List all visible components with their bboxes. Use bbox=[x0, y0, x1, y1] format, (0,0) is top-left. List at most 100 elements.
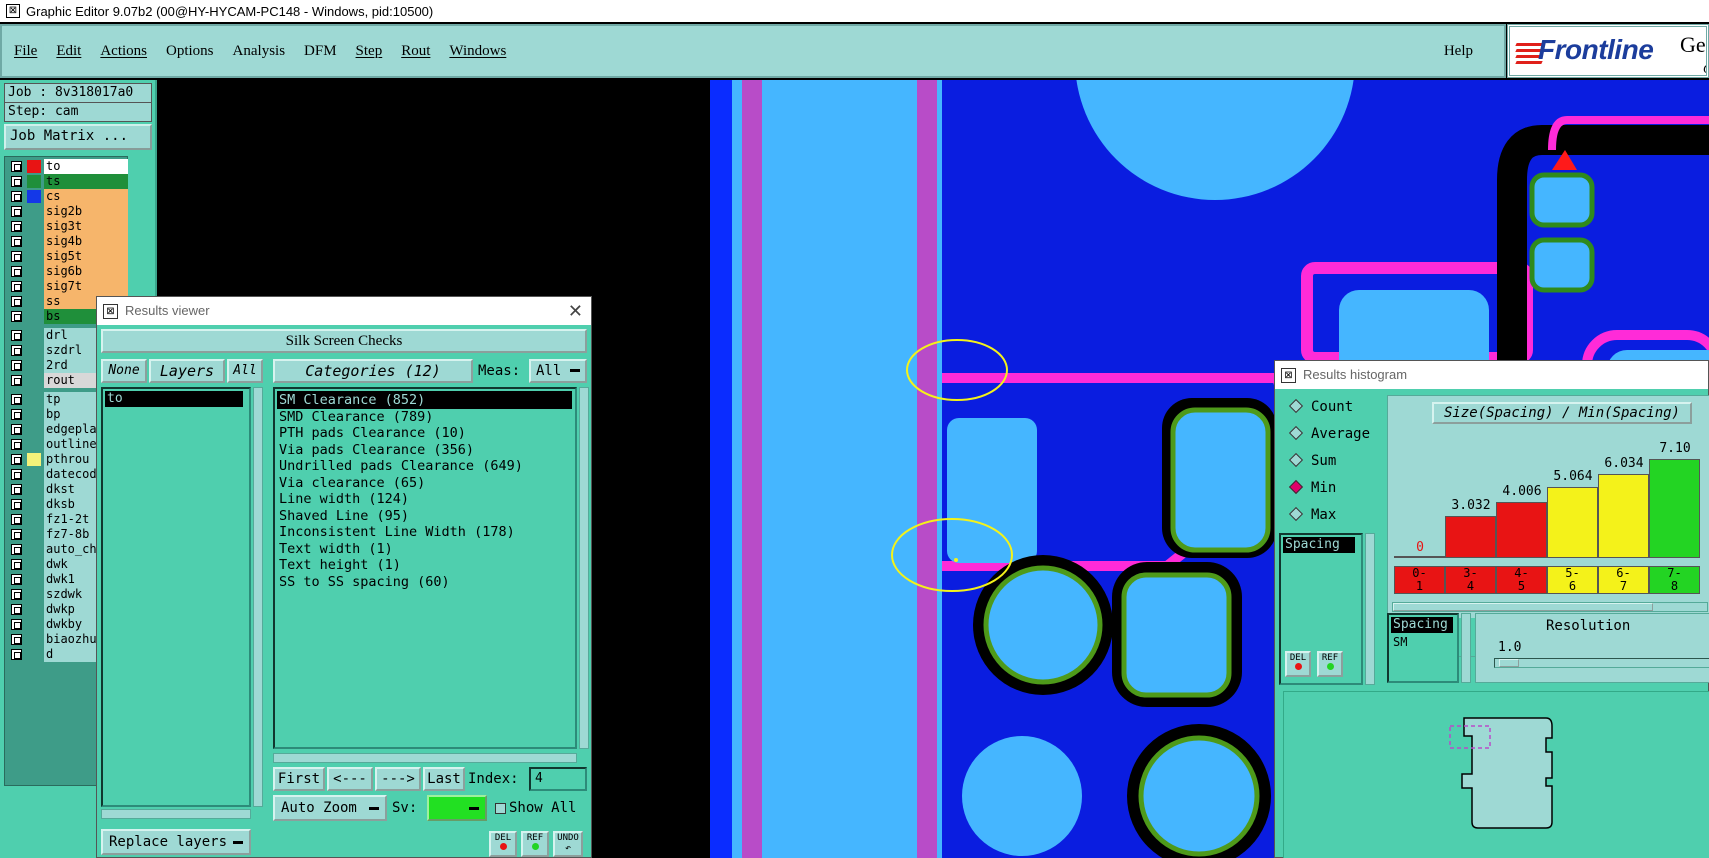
layer-checkbox[interactable] bbox=[11, 559, 22, 570]
category-item[interactable]: Shaved Line (95) bbox=[279, 507, 409, 525]
menu-options[interactable]: Options bbox=[166, 43, 214, 60]
histogram-hscrollbar[interactable] bbox=[1392, 602, 1708, 612]
layer-name[interactable]: to bbox=[44, 159, 128, 174]
layer-row-cs[interactable]: cs bbox=[7, 189, 128, 204]
menu-rout[interactable]: Rout bbox=[401, 43, 430, 60]
layer-checkbox[interactable] bbox=[11, 375, 22, 386]
menu-dfm[interactable]: DFM bbox=[304, 43, 337, 60]
layer-name[interactable]: sig2b bbox=[44, 204, 128, 219]
category-item[interactable]: Via clearance (65) bbox=[279, 474, 425, 492]
histogram-bin[interactable]: 3- 4 bbox=[1445, 566, 1496, 594]
layer-checkbox[interactable] bbox=[11, 604, 22, 615]
histogram-list2-item-sm[interactable]: SM bbox=[1393, 635, 1407, 649]
replace-layers-select[interactable]: Replace layers bbox=[101, 829, 251, 855]
categories-scrollbar[interactable] bbox=[579, 387, 589, 749]
layer-checkbox[interactable] bbox=[11, 311, 22, 322]
histogram-bin[interactable]: 4- 5 bbox=[1496, 566, 1547, 594]
categories-list[interactable]: SM Clearance (852) SMD Clearance (789) PTH… bbox=[273, 387, 577, 749]
prev-button[interactable]: <--- bbox=[327, 767, 373, 791]
resolution-slider-thumb[interactable] bbox=[1499, 659, 1519, 667]
histogram-bin[interactable]: 7- 8 bbox=[1649, 566, 1700, 594]
close-icon[interactable]: ✕ bbox=[568, 297, 583, 325]
all-layers-button[interactable]: All bbox=[227, 359, 263, 383]
histogram-list2-item-spacing[interactable]: Spacing bbox=[1391, 617, 1453, 633]
menu-analysis[interactable]: Analysis bbox=[233, 43, 286, 60]
mode-sum-radio[interactable]: Sum bbox=[1288, 452, 1336, 469]
histogram-ref-button[interactable]: REF bbox=[1317, 651, 1343, 677]
layer-name[interactable]: sig7t bbox=[44, 279, 128, 294]
layer-checkbox[interactable] bbox=[11, 296, 22, 307]
layer-name[interactable]: sig3t bbox=[44, 219, 128, 234]
last-button[interactable]: Last bbox=[423, 767, 465, 791]
layer-row-sig7t[interactable]: sig7t bbox=[7, 279, 128, 294]
categories-hscrollbar[interactable] bbox=[273, 753, 577, 763]
layer-row-sig3t[interactable]: sig3t bbox=[7, 219, 128, 234]
menu-actions[interactable]: Actions bbox=[100, 43, 147, 60]
category-item[interactable]: SS to SS spacing (60) bbox=[279, 573, 450, 591]
histogram-list-item-spacing[interactable]: Spacing bbox=[1283, 537, 1355, 553]
layer-checkbox[interactable] bbox=[11, 191, 22, 202]
histogram-del-button[interactable]: DEL bbox=[1285, 651, 1311, 677]
layer-row-sig4b[interactable]: sig4b bbox=[7, 234, 128, 249]
menu-file[interactable]: File bbox=[14, 43, 37, 60]
layer-checkbox[interactable] bbox=[11, 206, 22, 217]
category-item[interactable]: Inconsistent Line Width (178) bbox=[279, 523, 515, 541]
mode-max-radio[interactable]: Max bbox=[1288, 506, 1336, 523]
layers-button[interactable]: Layers bbox=[149, 359, 225, 383]
layer-checkbox[interactable] bbox=[11, 330, 22, 341]
layer-checkbox[interactable] bbox=[11, 236, 22, 247]
none-button[interactable]: None bbox=[101, 359, 147, 383]
category-item[interactable]: Line width (124) bbox=[279, 490, 409, 508]
layer-checkbox[interactable] bbox=[11, 454, 22, 465]
category-item[interactable]: SM Clearance (852) bbox=[277, 391, 572, 409]
layer-checkbox[interactable] bbox=[11, 469, 22, 480]
layer-checkbox[interactable] bbox=[11, 360, 22, 371]
layer-name[interactable]: sig6b bbox=[44, 264, 128, 279]
menu-windows[interactable]: Windows bbox=[449, 43, 506, 60]
layer-row-sig2b[interactable]: sig2b bbox=[7, 204, 128, 219]
layer-checkbox[interactable] bbox=[11, 499, 22, 510]
layer-checkbox[interactable] bbox=[11, 574, 22, 585]
rv-layer-item-to[interactable]: to bbox=[105, 391, 243, 407]
layer-checkbox[interactable] bbox=[11, 514, 22, 525]
layer-checkbox[interactable] bbox=[11, 266, 22, 277]
category-item[interactable]: PTH pads Clearance (10) bbox=[279, 424, 466, 442]
layer-row-ts[interactable]: ts bbox=[7, 174, 128, 189]
layer-checkbox[interactable] bbox=[11, 634, 22, 645]
layer-checkbox[interactable] bbox=[11, 424, 22, 435]
categories-button[interactable]: Categories (12) bbox=[273, 359, 473, 383]
layer-checkbox[interactable] bbox=[11, 176, 22, 187]
layer-name[interactable]: sig4b bbox=[44, 234, 128, 249]
menu-edit[interactable]: Edit bbox=[56, 43, 81, 60]
show-all-checkbox[interactable] bbox=[495, 803, 506, 814]
menu-help[interactable]: Help bbox=[1444, 43, 1473, 60]
layer-checkbox[interactable] bbox=[11, 345, 22, 356]
category-item[interactable]: Via pads Clearance (356) bbox=[279, 441, 474, 459]
rv-layer-hscrollbar[interactable] bbox=[101, 809, 251, 819]
layer-checkbox[interactable] bbox=[11, 221, 22, 232]
layer-checkbox[interactable] bbox=[11, 649, 22, 660]
rv-layer-list[interactable]: to bbox=[101, 387, 251, 807]
histogram-list2-scrollbar[interactable] bbox=[1461, 613, 1471, 683]
category-item[interactable]: Undrilled pads Clearance (649) bbox=[279, 457, 523, 475]
layer-name[interactable]: sig5t bbox=[44, 249, 128, 264]
category-item[interactable]: Text width (1) bbox=[279, 540, 393, 558]
layer-checkbox[interactable] bbox=[11, 529, 22, 540]
layer-name[interactable]: ts bbox=[44, 174, 128, 189]
mode-average-radio[interactable]: Average bbox=[1288, 425, 1370, 442]
layer-checkbox[interactable] bbox=[11, 409, 22, 420]
job-matrix-button[interactable]: Job Matrix ... bbox=[4, 124, 152, 150]
results-histogram-titlebar[interactable]: ⊠ Results histogram bbox=[1275, 361, 1708, 389]
layer-checkbox[interactable] bbox=[11, 544, 22, 555]
category-item[interactable]: SMD Clearance (789) bbox=[279, 408, 433, 426]
menu-step[interactable]: Step bbox=[356, 43, 383, 60]
next-button[interactable]: ---> bbox=[375, 767, 421, 791]
meas-select[interactable]: All bbox=[529, 359, 587, 383]
mode-min-radio[interactable]: Min bbox=[1288, 479, 1336, 496]
layer-checkbox[interactable] bbox=[11, 439, 22, 450]
category-item[interactable]: Text height (1) bbox=[279, 556, 401, 574]
layer-checkbox[interactable] bbox=[11, 619, 22, 630]
undo-button[interactable]: UNDO ↶ bbox=[553, 831, 583, 857]
layer-checkbox[interactable] bbox=[11, 161, 22, 172]
histogram-list-scrollbar[interactable] bbox=[1365, 533, 1375, 685]
